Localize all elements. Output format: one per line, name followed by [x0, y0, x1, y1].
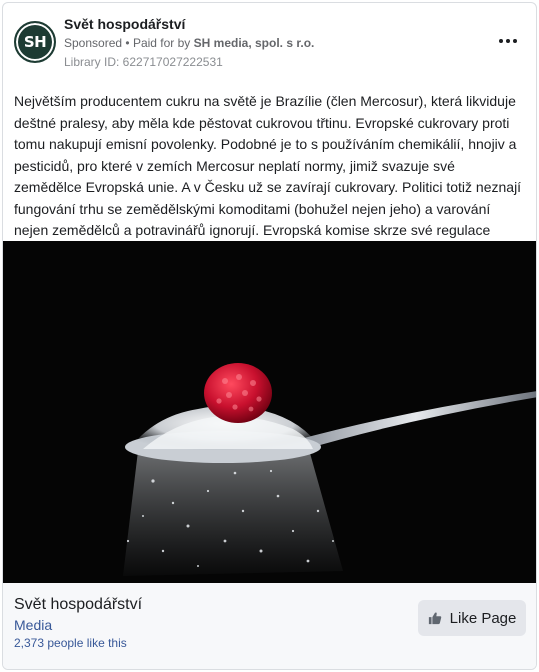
ad-image[interactable] — [3, 241, 536, 583]
paid-for-prefix: Paid for by — [132, 36, 191, 50]
more-horizontal-icon-dot — [513, 39, 517, 43]
avatar-initials: SH — [23, 33, 47, 51]
ad-card: SH Svět hospodářství Sponsored • Paid fo… — [2, 2, 537, 670]
page-name-link[interactable]: Svět hospodářství — [64, 16, 185, 32]
sponsored-line: Sponsored • Paid for by SH media, spol. … — [64, 36, 314, 50]
thumbs-up-icon — [428, 612, 441, 625]
like-page-button[interactable]: Like Page — [418, 600, 526, 636]
separator-dot: • — [125, 36, 130, 50]
footer-page-name[interactable]: Svět hospodářství — [14, 596, 142, 614]
paid-for-by-name: SH media, spol. s r.o. — [193, 36, 315, 50]
sponsored-label: Sponsored — [64, 36, 123, 50]
ad-footer: Svět hospodářství Media 2,373 people lik… — [3, 583, 536, 669]
more-options-button[interactable] — [494, 31, 522, 51]
ad-header: SH Svět hospodářství Sponsored • Paid fo… — [3, 3, 536, 83]
like-page-label: Like Page — [449, 609, 517, 627]
page-avatar[interactable]: SH — [14, 21, 56, 63]
footer-likes-count[interactable]: 2,373 people like this — [14, 636, 127, 650]
footer-category[interactable]: Media — [14, 617, 52, 633]
ad-body-text: Největším producentem cukru na světě je … — [14, 93, 522, 260]
library-id: Library ID: 622717027222531 — [64, 55, 223, 69]
more-horizontal-icon-dot — [506, 39, 510, 43]
more-horizontal-icon — [499, 39, 503, 43]
raspberry-sugar-spoon-image — [3, 241, 536, 583]
